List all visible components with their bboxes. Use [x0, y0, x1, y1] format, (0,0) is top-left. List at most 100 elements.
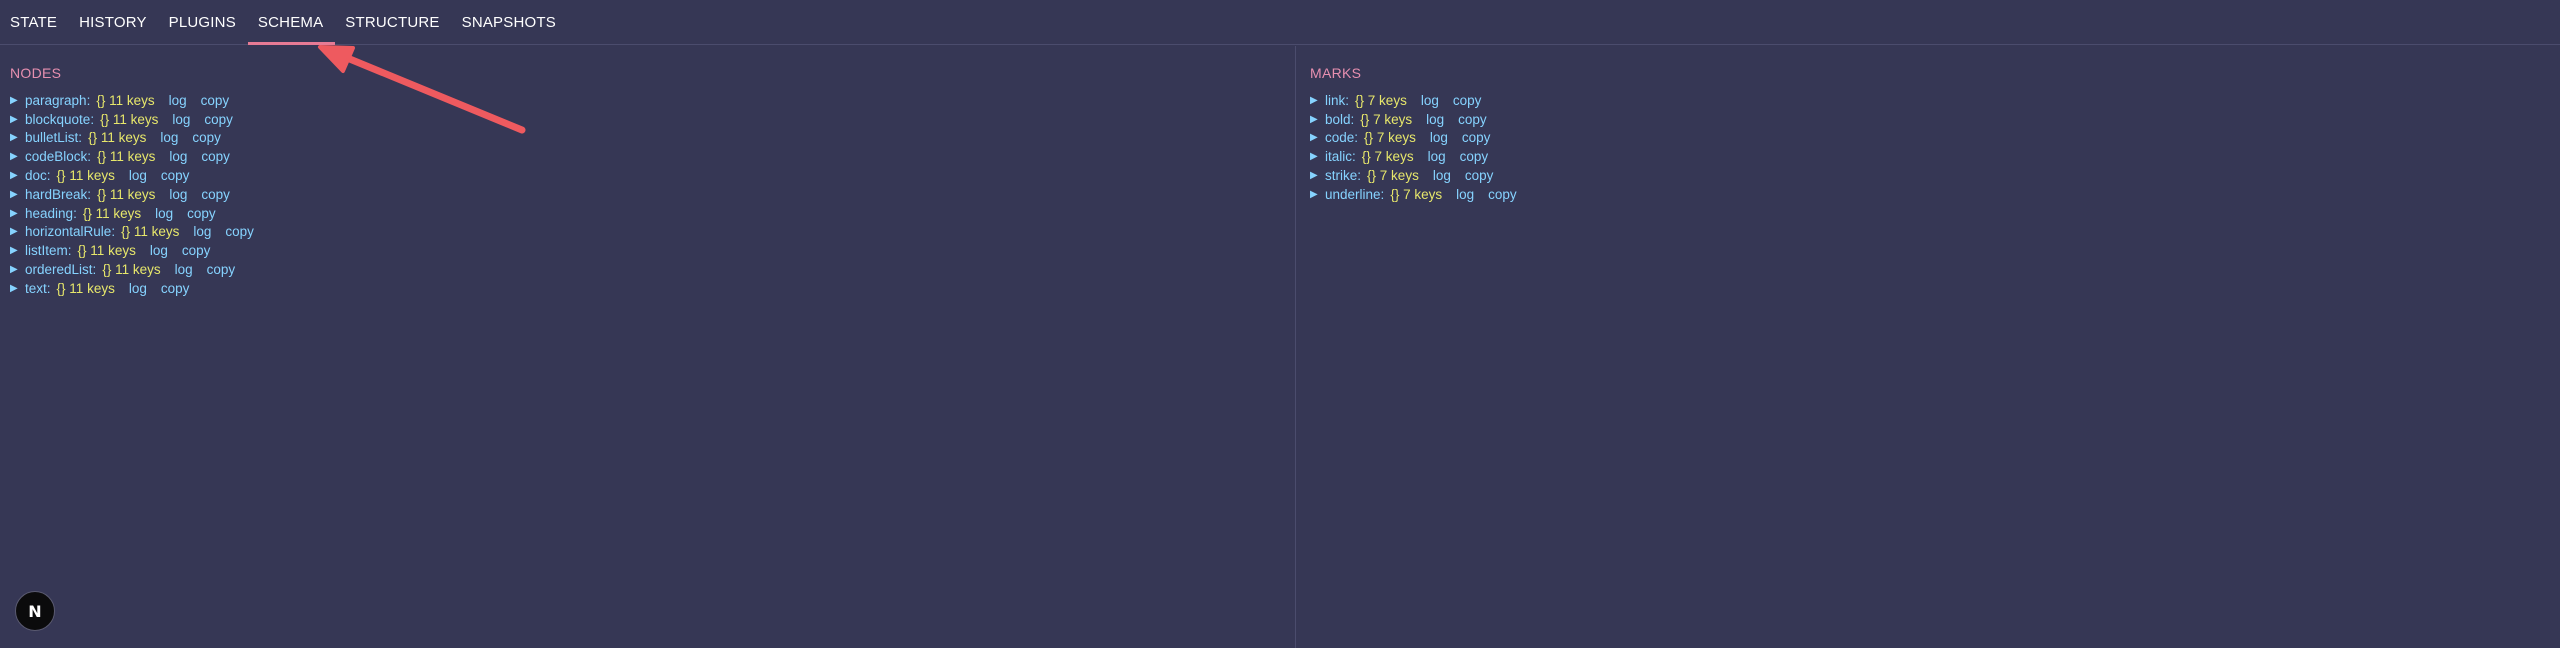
expand-arrow-icon[interactable]: ▶: [10, 114, 25, 125]
log-button[interactable]: log: [169, 149, 187, 164]
tree-key: doc: [25, 168, 47, 184]
tree-row[interactable]: ▶ strike: {} 7 keys log copy: [1310, 166, 1531, 185]
log-button[interactable]: log: [175, 262, 193, 277]
copy-button[interactable]: copy: [1453, 93, 1482, 108]
tree-row[interactable]: ▶ listItem: {} 11 keys log copy: [10, 241, 268, 260]
tree-row[interactable]: ▶ bulletList: {} 11 keys log copy: [10, 129, 268, 148]
tree-row[interactable]: ▶ italic: {} 7 keys log copy: [1310, 147, 1531, 166]
copy-button[interactable]: copy: [201, 149, 230, 164]
tree-row[interactable]: ▶ paragraph: {} 11 keys log copy: [10, 91, 268, 110]
tab-structure[interactable]: STRUCTURE: [335, 0, 451, 44]
copy-button[interactable]: copy: [182, 243, 211, 258]
copy-button[interactable]: copy: [225, 224, 254, 239]
expand-arrow-icon[interactable]: ▶: [1310, 189, 1325, 200]
log-button[interactable]: log: [1430, 130, 1448, 145]
key-separator: :: [46, 280, 51, 296]
log-button[interactable]: log: [160, 130, 178, 145]
tree-value-summary: {} 11 keys: [88, 130, 147, 146]
tab-history[interactable]: HISTORY: [69, 0, 159, 44]
copy-button[interactable]: copy: [161, 281, 190, 296]
log-button[interactable]: log: [1421, 93, 1439, 108]
log-button[interactable]: log: [129, 168, 147, 183]
expand-arrow-icon[interactable]: ▶: [1310, 170, 1325, 181]
tree-row[interactable]: ▶ underline: {} 7 keys log copy: [1310, 185, 1531, 204]
expand-arrow-icon[interactable]: ▶: [10, 95, 25, 106]
copy-button[interactable]: copy: [1465, 168, 1494, 183]
expand-arrow-icon[interactable]: ▶: [1310, 95, 1325, 106]
key-separator: :: [46, 168, 51, 184]
expand-arrow-icon[interactable]: ▶: [1310, 151, 1325, 162]
key-separator: :: [67, 243, 72, 259]
next-logo-badge[interactable]: N: [15, 591, 55, 631]
tree-value-summary: {} 7 keys: [1367, 168, 1419, 184]
copy-button[interactable]: copy: [207, 262, 236, 277]
key-separator: :: [90, 111, 95, 127]
copy-button[interactable]: copy: [161, 168, 190, 183]
expand-arrow-icon[interactable]: ▶: [1310, 132, 1325, 143]
tree-key: code: [1325, 130, 1355, 146]
key-separator: :: [1380, 186, 1385, 202]
expand-arrow-icon[interactable]: ▶: [10, 189, 25, 200]
copy-button[interactable]: copy: [187, 206, 216, 221]
expand-arrow-icon[interactable]: ▶: [10, 208, 25, 219]
tree-row[interactable]: ▶ orderedList: {} 11 keys log copy: [10, 260, 268, 279]
tree-row[interactable]: ▶ horizontalRule: {} 11 keys log copy: [10, 223, 268, 242]
tree-key: horizontalRule: [25, 224, 112, 240]
key-separator: :: [87, 149, 92, 165]
tree-value-summary: {} 7 keys: [1364, 130, 1416, 146]
expand-arrow-icon[interactable]: ▶: [10, 226, 25, 237]
log-button[interactable]: log: [129, 281, 147, 296]
expand-arrow-icon[interactable]: ▶: [10, 264, 25, 275]
tree-row[interactable]: ▶ blockquote: {} 11 keys log copy: [10, 110, 268, 129]
tree-row[interactable]: ▶ text: {} 11 keys log copy: [10, 279, 268, 298]
copy-button[interactable]: copy: [1460, 149, 1489, 164]
tree-key: strike: [1325, 168, 1358, 184]
tree-row[interactable]: ▶ code: {} 7 keys log copy: [1310, 129, 1531, 148]
log-button[interactable]: log: [169, 93, 187, 108]
expand-arrow-icon[interactable]: ▶: [10, 151, 25, 162]
tree-row[interactable]: ▶ heading: {} 11 keys log copy: [10, 204, 268, 223]
tree-key: bold: [1325, 111, 1351, 127]
tab-schema[interactable]: SCHEMA: [247, 0, 336, 45]
copy-button[interactable]: copy: [1488, 187, 1517, 202]
key-separator: :: [1357, 168, 1362, 184]
tab-snapshots[interactable]: SNAPSHOTS: [452, 0, 568, 44]
tree-row[interactable]: ▶ codeBlock: {} 11 keys log copy: [10, 147, 268, 166]
tree-row[interactable]: ▶ doc: {} 11 keys log copy: [10, 166, 268, 185]
expand-arrow-icon[interactable]: ▶: [10, 283, 25, 294]
tree-key: listItem: [25, 243, 68, 259]
expand-arrow-icon[interactable]: ▶: [1310, 114, 1325, 125]
key-separator: :: [111, 224, 116, 240]
expand-arrow-icon[interactable]: ▶: [10, 132, 25, 143]
marks-list: ▶ link:{} 7 keys log copy ▶ bold:{} 7 keys log…: [1310, 91, 1531, 204]
tree-value-summary: {} 11 keys: [96, 92, 155, 108]
tree-value-summary: {} 7 keys: [1361, 149, 1414, 165]
tab-state[interactable]: STATE: [0, 0, 69, 44]
copy-button[interactable]: copy: [204, 112, 233, 127]
marks-panel: MARKS ▶ link:{} 7 keys log copy ▶ bold:{} 7 k…: [1297, 46, 2560, 648]
copy-button[interactable]: copy: [192, 130, 221, 145]
log-button[interactable]: log: [1433, 168, 1451, 183]
tab-bar: STATE HISTORY PLUGINS SCHEMA STRUCTURE S…: [0, 0, 2560, 45]
tree-key: paragraph: [25, 92, 87, 108]
tree-value-summary: {} 11 keys: [100, 111, 159, 127]
tree-row[interactable]: ▶ bold: {} 7 keys log copy: [1310, 110, 1531, 129]
tab-plugins[interactable]: PLUGINS: [159, 0, 248, 44]
log-button[interactable]: log: [1456, 187, 1474, 202]
tree-row[interactable]: ▶ hardBreak: {} 11 keys log copy: [10, 185, 268, 204]
log-button[interactable]: log: [1426, 112, 1444, 127]
copy-button[interactable]: copy: [1462, 130, 1491, 145]
expand-arrow-icon[interactable]: ▶: [10, 245, 25, 256]
expand-arrow-icon[interactable]: ▶: [10, 170, 25, 181]
tree-row[interactable]: ▶ link: {} 7 keys log copy: [1310, 91, 1531, 110]
log-button[interactable]: log: [150, 243, 168, 258]
log-button[interactable]: log: [169, 187, 187, 202]
log-button[interactable]: log: [193, 224, 211, 239]
copy-button[interactable]: copy: [1458, 112, 1487, 127]
log-button[interactable]: log: [155, 206, 173, 221]
devtools-app: STATE HISTORY PLUGINS SCHEMA STRUCTURE S…: [0, 0, 2560, 648]
log-button[interactable]: log: [172, 112, 190, 127]
copy-button[interactable]: copy: [201, 187, 230, 202]
log-button[interactable]: log: [1428, 149, 1446, 164]
copy-button[interactable]: copy: [201, 93, 230, 108]
